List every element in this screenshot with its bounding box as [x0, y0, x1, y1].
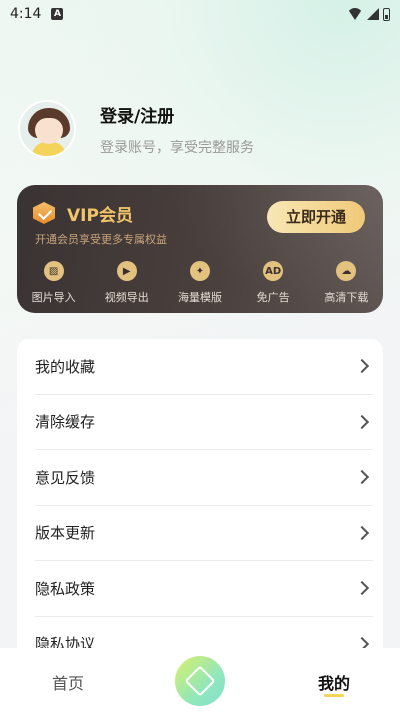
feature-label: 视频导出	[104, 291, 149, 304]
bottom-nav: 首页 我的	[0, 648, 400, 712]
menu-item-feedback[interactable]: 意见反馈	[35, 450, 373, 506]
menu-item-clear-cache[interactable]: 清除缓存	[35, 395, 373, 450]
magic-wand-icon: ✦	[189, 261, 210, 281]
nav-mine[interactable]: 我的	[318, 670, 350, 694]
menu-label: 我的收藏	[35, 357, 96, 376]
menu-item-privacy-policy[interactable]: 隐私政策	[35, 561, 373, 617]
feature-label: 免广告	[256, 291, 290, 304]
avatar[interactable]	[18, 100, 76, 158]
cloud-download-icon: ☁	[336, 261, 357, 281]
feature-video-export[interactable]: ▶ 视频导出	[90, 261, 163, 305]
vip-features: ▨ 图片导入 ▶ 视频导出 ✦ 海量模版 AD 免广告 ☁ 高清下载	[17, 261, 383, 305]
status-indicators	[347, 7, 390, 21]
vip-title: VIP会员	[67, 206, 133, 226]
vip-card[interactable]: VIP会员 开通会员享受更多专属权益 立即开通 ▨ 图片导入 ▶ 视频导出 ✦ …	[17, 185, 383, 313]
feature-image-import[interactable]: ▨ 图片导入	[17, 261, 90, 305]
menu-label: 清除缓存	[35, 413, 96, 432]
image-icon: ▨	[43, 261, 64, 281]
menu-label: 版本更新	[35, 524, 96, 543]
open-vip-button[interactable]: 立即开通	[267, 201, 365, 233]
profile-header[interactable]: 登录/注册 登录账号，享受完整服务	[18, 100, 254, 158]
menu-label: 隐私政策	[35, 579, 96, 598]
signal-icon	[367, 8, 379, 20]
chevron-right-icon	[354, 525, 370, 540]
chevron-right-icon	[354, 359, 370, 374]
ad-icon: AD	[263, 261, 284, 281]
feature-label: 海量模版	[177, 291, 222, 304]
chevron-right-icon	[354, 470, 370, 485]
cube-icon	[184, 665, 216, 697]
feature-label: 高清下载	[324, 291, 369, 304]
menu-item-version-update[interactable]: 版本更新	[35, 506, 373, 561]
menu-item-favorites[interactable]: 我的收藏	[35, 339, 373, 395]
status-bar: 4:14 A	[0, 0, 400, 28]
feature-hd-download[interactable]: ☁ 高清下载	[310, 261, 383, 305]
settings-menu: 我的收藏 清除缓存 意见反馈 版本更新 隐私政策 隐私协议	[17, 339, 383, 679]
notification-icon: A	[51, 8, 64, 20]
login-register-title[interactable]: 登录/注册	[100, 102, 254, 127]
feature-label: 图片导入	[31, 291, 76, 304]
wifi-icon	[347, 8, 363, 20]
vip-badge-icon	[33, 202, 55, 224]
nav-active-indicator	[324, 694, 344, 697]
status-time: 4:14	[10, 6, 42, 22]
nav-home[interactable]: 首页	[52, 670, 84, 694]
login-subtitle: 登录账号，享受完整服务	[100, 139, 254, 156]
vip-subtitle: 开通会员享受更多专属权益	[35, 233, 167, 246]
feature-templates[interactable]: ✦ 海量模版	[163, 261, 236, 305]
menu-label: 意见反馈	[35, 468, 96, 487]
nav-center-button[interactable]	[175, 656, 225, 706]
chevron-right-icon	[354, 581, 370, 596]
feature-no-ads[interactable]: AD 免广告	[237, 261, 310, 305]
chevron-right-icon	[354, 414, 370, 429]
battery-icon	[383, 7, 390, 21]
play-icon: ▶	[116, 261, 137, 281]
